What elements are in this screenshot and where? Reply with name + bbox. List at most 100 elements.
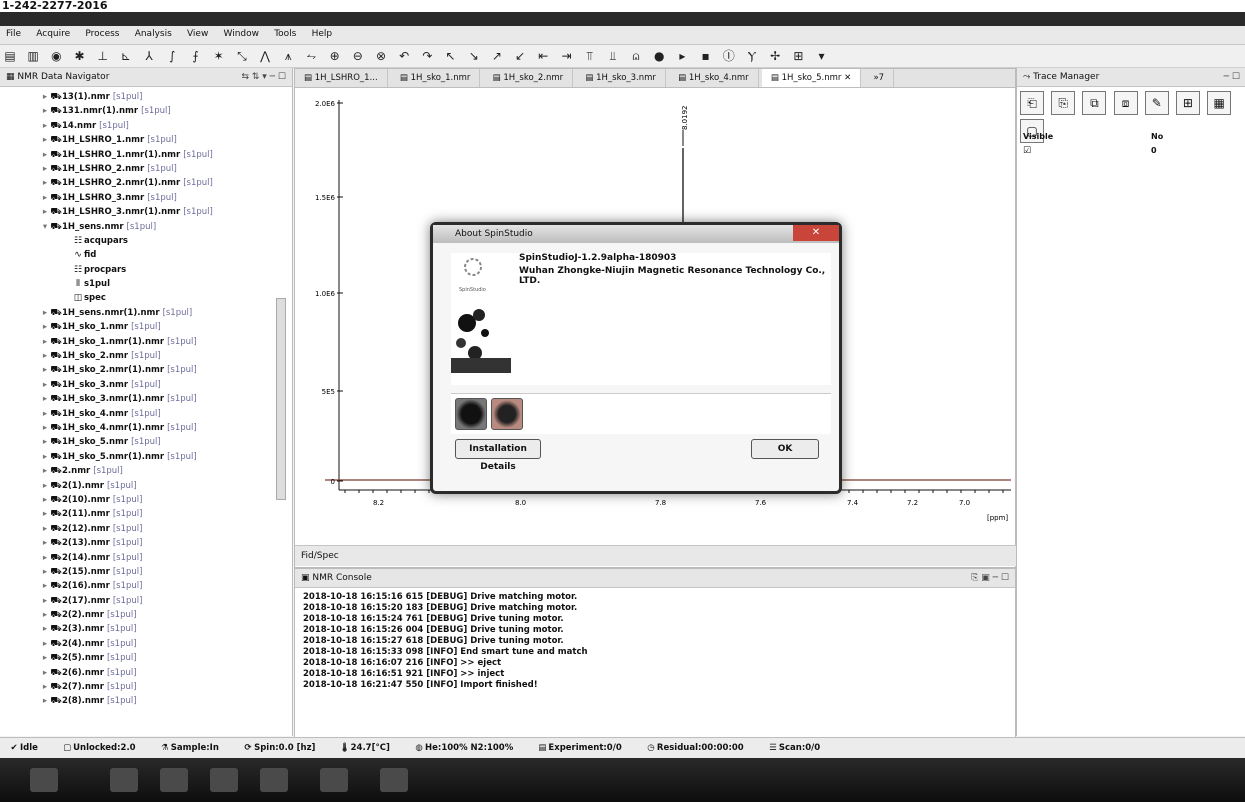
tab-1h-sko-5[interactable]: ▤ 1H_sko_5.nmr ✕ <box>761 69 862 87</box>
expand-arrow-icon[interactable]: ▸ <box>40 191 50 205</box>
copy-trace-icon[interactable]: ⎘ <box>1051 91 1076 115</box>
peak-list-icon[interactable]: ⋀ <box>257 48 273 64</box>
auto-peak-icon[interactable]: ⩚ <box>280 48 296 64</box>
overlay-trace-icon[interactable]: ⧈ <box>1113 91 1138 115</box>
info-icon[interactable]: Ⓘ <box>721 48 737 64</box>
start-icon[interactable] <box>30 768 58 792</box>
navigator-item[interactable]: ▸ ⛟131.nmr(1).nmr [s1pul] <box>0 104 292 118</box>
navigator-item[interactable]: ◫ spec <box>0 291 292 305</box>
visible-checkbox[interactable]: ☑ <box>1023 146 1031 156</box>
navigator-item[interactable]: ▸ ⛟2(11).nmr [s1pul] <box>0 507 292 521</box>
cursor-y-icon[interactable]: ↙ <box>512 48 528 64</box>
expand-arrow-icon[interactable]: ▸ <box>40 694 50 708</box>
tab-overflow[interactable]: »7 <box>864 69 895 87</box>
tab-1h-lshro-1[interactable]: ▤ 1H_LSHRO_1... <box>295 69 388 87</box>
multiplet-icon[interactable]: ⨍ <box>188 48 204 64</box>
navigator-item[interactable]: ▸ ⛟1H_LSHRO_1.nmr [s1pul] <box>0 133 292 147</box>
navigator-item[interactable]: ▸ ⛟2(8).nmr [s1pul] <box>0 694 292 708</box>
cursor-x-icon[interactable]: ↗ <box>489 48 505 64</box>
integral-icon[interactable]: ∫ <box>164 48 180 64</box>
expand-arrow-icon[interactable]: ▸ <box>40 148 50 162</box>
expand-arrow-icon[interactable]: ▸ <box>40 493 50 507</box>
navigator-item[interactable]: ▸ ⛟2(15).nmr [s1pul] <box>0 565 292 579</box>
taskbar-app-icon[interactable] <box>380 768 408 792</box>
undo-icon[interactable]: ↶ <box>396 48 412 64</box>
record-icon[interactable]: ● <box>651 48 667 64</box>
menu-acquire[interactable]: Acquire <box>30 26 76 42</box>
navigator-item[interactable]: ▸ ⛟1H_sko_5.nmr [s1pul] <box>0 435 292 449</box>
expand-arrow-icon[interactable]: ▸ <box>40 205 50 219</box>
feature-icon[interactable] <box>455 398 487 430</box>
navigator-item[interactable]: ▸ ⛟2(4).nmr [s1pul] <box>0 637 292 651</box>
navigator-item[interactable]: ▸ ⛟1H_LSHRO_1.nmr(1).nmr [s1pul] <box>0 148 292 162</box>
navigator-item[interactable]: ▸ ⛟2(5).nmr [s1pul] <box>0 651 292 665</box>
expand-arrow-icon[interactable]: ▸ <box>40 407 50 421</box>
expand-arrow-icon[interactable]: ▸ <box>40 579 50 593</box>
navigator-item[interactable]: ▸ ⛟1H_LSHRO_2.nmr [s1pul] <box>0 162 292 176</box>
stack-trace-icon[interactable]: ⧉ <box>1082 91 1107 115</box>
zoom-in-icon[interactable]: ⊕ <box>327 48 343 64</box>
navigator-item[interactable]: ▸ ⛟1H_sko_2.nmr(1).nmr [s1pul] <box>0 363 292 377</box>
console-controls[interactable]: ⎘ ▣ ─ ☐ <box>971 569 1009 587</box>
expand-arrow-icon[interactable]: ▸ <box>40 479 50 493</box>
dialog-close-button[interactable]: ✕ <box>793 225 839 241</box>
expand-arrow-icon[interactable]: ▸ <box>40 162 50 176</box>
save-icon[interactable]: ▥ <box>25 48 41 64</box>
cursor-icon[interactable]: ↖ <box>443 48 459 64</box>
navigator-item[interactable]: ▸ ⛟2.nmr [s1pul] <box>0 464 292 478</box>
navigator-item[interactable]: ▸ ⛟1H_LSHRO_2.nmr(1).nmr [s1pul] <box>0 176 292 190</box>
align-top-icon[interactable]: ⫪ <box>582 48 598 64</box>
cursor-h-icon[interactable]: ↘ <box>466 48 482 64</box>
expand-arrow-icon[interactable]: ▸ <box>40 450 50 464</box>
open-icon[interactable]: ▤ <box>2 48 18 64</box>
navigator-item[interactable]: ∿ fid <box>0 248 292 262</box>
navigator-item[interactable]: ▸ ⛟1H_sko_2.nmr [s1pul] <box>0 349 292 363</box>
tab-1h-sko-1[interactable]: ▤ 1H_sko_1.nmr <box>391 69 481 87</box>
expand-arrow-icon[interactable]: ▸ <box>40 551 50 565</box>
navigator-item[interactable]: ▸ ⛟1H_sko_4.nmr(1).nmr [s1pul] <box>0 421 292 435</box>
expand-arrow-icon[interactable]: ▸ <box>40 133 50 147</box>
trace-controls[interactable]: ─ ☐ <box>1224 68 1240 86</box>
hide-icon[interactable]: ⩄ <box>628 48 644 64</box>
expand-arrow-icon[interactable]: ▸ <box>40 594 50 608</box>
navigator-item[interactable]: ▸ ⛟1H_sko_3.nmr(1).nmr [s1pul] <box>0 392 292 406</box>
zoom-reset-icon[interactable]: ⊗ <box>373 48 389 64</box>
menu-tools[interactable]: Tools <box>268 26 302 42</box>
expand-arrow-icon[interactable]: ▸ <box>40 320 50 334</box>
navigator-item[interactable]: ▸ ⛟2(7).nmr [s1pul] <box>0 680 292 694</box>
zoom-out-icon[interactable]: ⊖ <box>350 48 366 64</box>
table-icon[interactable]: ⊞ <box>790 48 806 64</box>
manual-peak-icon[interactable]: ⤡ <box>234 48 250 64</box>
shim-icon[interactable]: ✱ <box>72 48 88 64</box>
chart-trace-icon[interactable]: ▦ <box>1207 91 1232 115</box>
move-left-icon[interactable]: ⇤ <box>535 48 551 64</box>
ok-button[interactable]: OK <box>751 439 819 459</box>
navigator-item[interactable]: ▸ ⛟2(1).nmr [s1pul] <box>0 479 292 493</box>
navigator-item[interactable]: ☷ procpars <box>0 263 292 277</box>
move-right-icon[interactable]: ⇥ <box>559 48 575 64</box>
navigator-item[interactable]: ▸ ⛟1H_sko_1.nmr(1).nmr [s1pul] <box>0 335 292 349</box>
navigator-item[interactable]: ▸ ⛟14.nmr [s1pul] <box>0 119 292 133</box>
navigator-item[interactable]: ▸ ⛟2(2).nmr [s1pul] <box>0 608 292 622</box>
phase-icon[interactable]: ⊥ <box>95 48 111 64</box>
navigator-item[interactable]: ▸ ⛟2(10).nmr [s1pul] <box>0 493 292 507</box>
align-bottom-icon[interactable]: ⫫ <box>605 48 621 64</box>
navigator-item[interactable]: ▾ ⛟1H_sens.nmr [s1pul] <box>0 220 292 234</box>
navigator-item[interactable]: ☷ acqupars <box>0 234 292 248</box>
navigator-item[interactable]: ▸ ⛟13(1).nmr [s1pul] <box>0 90 292 104</box>
navigator-item[interactable]: ▸ ⛟1H_sko_5.nmr(1).nmr [s1pul] <box>0 450 292 464</box>
expand-arrow-icon[interactable]: ▸ <box>40 666 50 680</box>
menu-window[interactable]: Window <box>218 26 266 42</box>
expand-arrow-icon[interactable]: ▸ <box>40 306 50 320</box>
expand-arrow-icon[interactable]: ▸ <box>40 104 50 118</box>
expand-arrow-icon[interactable]: ▸ <box>40 378 50 392</box>
fit-icon[interactable]: ⥊ <box>303 48 319 64</box>
expand-arrow-icon[interactable]: ▾ <box>40 220 50 234</box>
navigator-item[interactable]: ▸ ⛟2(6).nmr [s1pul] <box>0 666 292 680</box>
baseline-icon[interactable]: ⊾ <box>118 48 134 64</box>
sort-trace-icon[interactable]: ⊞ <box>1175 91 1200 115</box>
navigator-item[interactable]: ▸ ⛟2(17).nmr [s1pul] <box>0 594 292 608</box>
tab-1h-sko-3[interactable]: ▤ 1H_sko_3.nmr <box>576 69 666 87</box>
add-trace-icon[interactable]: ⎗ <box>1020 91 1044 115</box>
tab-1h-sko-4[interactable]: ▤ 1H_sko_4.nmr <box>669 69 759 87</box>
